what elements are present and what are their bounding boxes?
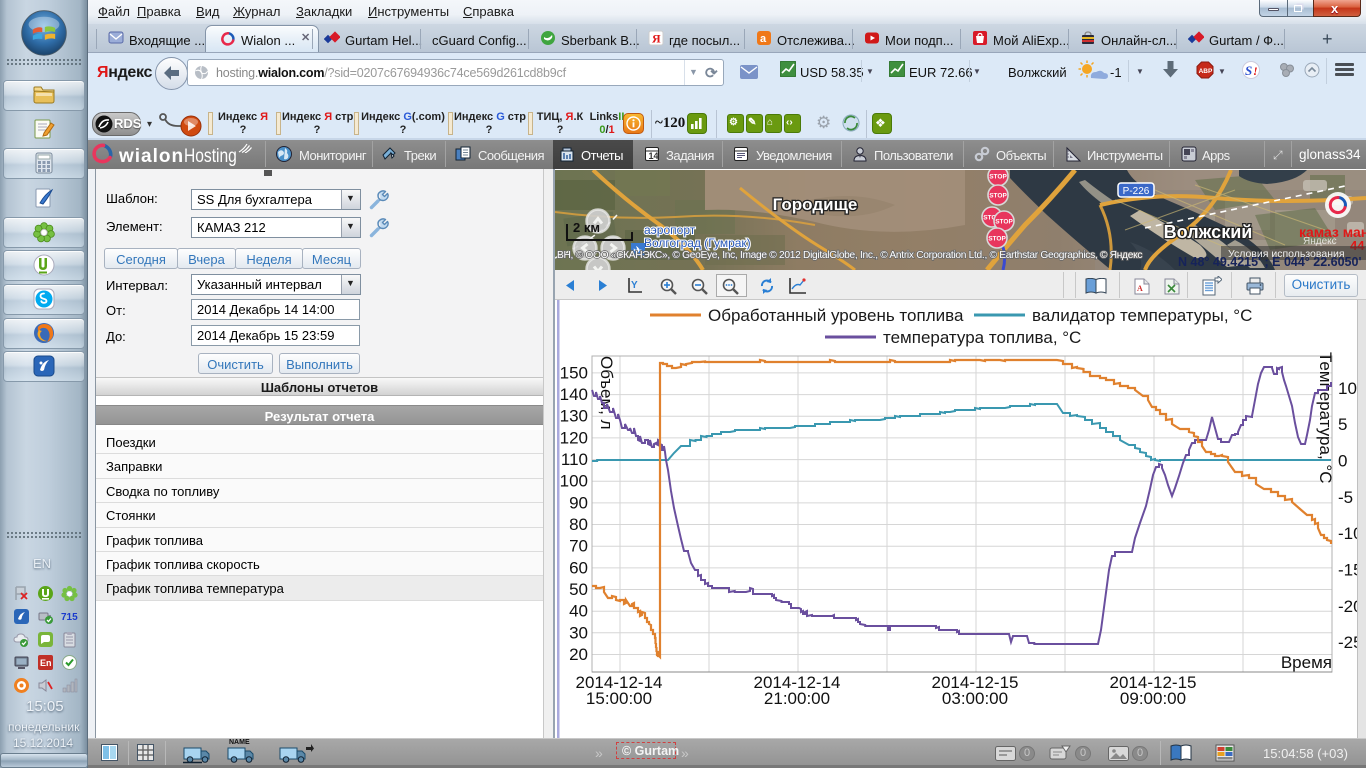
svg-text:STOP: STOP (989, 193, 1007, 200)
svg-text:Объем, л: Объем, л (597, 356, 616, 430)
svg-text:70: 70 (569, 537, 588, 556)
svg-text:аэропорт: аэропорт (644, 223, 696, 237)
svg-text:130: 130 (560, 407, 588, 426)
svg-text:10: 10 (1338, 379, 1357, 398)
svg-text:150: 150 (560, 363, 588, 382)
svg-text:Р-226: Р-226 (1123, 186, 1150, 197)
svg-text:STOP: STOP (989, 174, 1007, 181)
svg-text:60: 60 (569, 558, 588, 577)
svg-text:Городище: Городище (773, 195, 858, 214)
svg-text:0: 0 (1338, 452, 1347, 471)
svg-text:15:00:00: 15:00:00 (586, 689, 652, 708)
svg-text:S: S (1245, 63, 1252, 78)
svg-text:20: 20 (569, 645, 588, 664)
svg-text:a: a (760, 33, 767, 45)
svg-text:100: 100 (560, 472, 588, 491)
svg-text:Я: Я (652, 32, 661, 46)
svg-text:ABP: ABP (1199, 68, 1213, 75)
svg-text:14: 14 (649, 151, 659, 161)
svg-text:40: 40 (569, 602, 588, 621)
svg-text:!: ! (1253, 64, 1258, 78)
svg-text:A: A (1137, 284, 1143, 293)
svg-text:03:00:00: 03:00:00 (942, 689, 1008, 708)
svg-text:Время: Время (1281, 653, 1332, 672)
svg-text:Волгоград (Гумрак): Волгоград (Гумрак) (644, 236, 751, 250)
svg-text:Y: Y (631, 280, 638, 291)
svg-text:715: 715 (61, 612, 78, 623)
svg-text:Обработанный уровень топлива: Обработанный уровень топлива (708, 306, 964, 325)
svg-text:80: 80 (569, 515, 588, 534)
svg-text:NAME: NAME (229, 739, 250, 746)
svg-text:Волжский: Волжский (1164, 222, 1253, 242)
svg-text:валидатор температуры, °C: валидатор температуры, °C (1032, 306, 1252, 325)
svg-text:110: 110 (561, 450, 588, 469)
svg-text:En: En (40, 658, 52, 668)
svg-text:140: 140 (560, 385, 588, 404)
svg-text:-5: -5 (1338, 488, 1353, 507)
svg-text:N 48° 49.4215' ; E 044° 22.605: N 48° 49.4215' ; E 044° 22.6050' (1178, 255, 1361, 269)
svg-text:2 км: 2 км (573, 220, 600, 235)
svg-text:STOP: STOP (988, 236, 1006, 243)
svg-text:09:00:00: 09:00:00 (1120, 689, 1186, 708)
svg-text:температура топлива, °C: температура топлива, °C (883, 328, 1081, 347)
svg-text:Температура, °C: Температура, °C (1316, 352, 1335, 483)
svg-text:21:00:00: 21:00:00 (764, 689, 830, 708)
svg-text:ВН, © ООО «СКАНЭКС», © GeoEye,: ВН, © ООО «СКАНЭКС», © GeoEye, Inc, Imag… (557, 250, 1142, 261)
svg-text:50: 50 (569, 580, 588, 599)
svg-text:90: 90 (569, 493, 588, 512)
svg-text:5: 5 (1338, 415, 1347, 434)
svg-text:120: 120 (560, 428, 588, 447)
svg-text:30: 30 (569, 623, 588, 642)
svg-text:STOP: STOP (995, 219, 1013, 226)
